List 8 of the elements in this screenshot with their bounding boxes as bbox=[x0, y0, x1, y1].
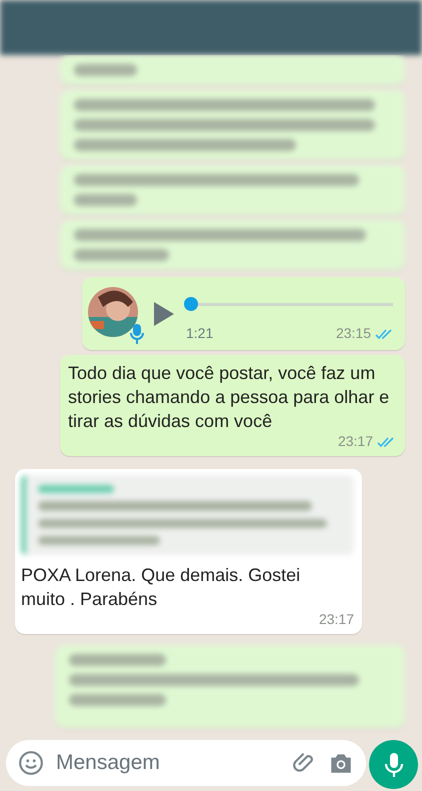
message-text: POXA Lorena. Que demais. Gostei muito . Parabéns bbox=[21, 564, 302, 611]
audio-duration: 1:21 bbox=[186, 324, 214, 343]
message-time: 23:15 bbox=[336, 324, 371, 343]
composer-bar[interactable]: Mensagem bbox=[6, 740, 366, 786]
message-text: Todo dia que você postar, você faz um stories chamando a pessoa para olhar e tirar as dúvidas com você bbox=[68, 362, 390, 433]
message-time: 23:17 bbox=[318, 610, 354, 629]
message-time: 23:17 bbox=[338, 432, 373, 451]
message-field[interactable]: Mensagem bbox=[54, 746, 282, 780]
